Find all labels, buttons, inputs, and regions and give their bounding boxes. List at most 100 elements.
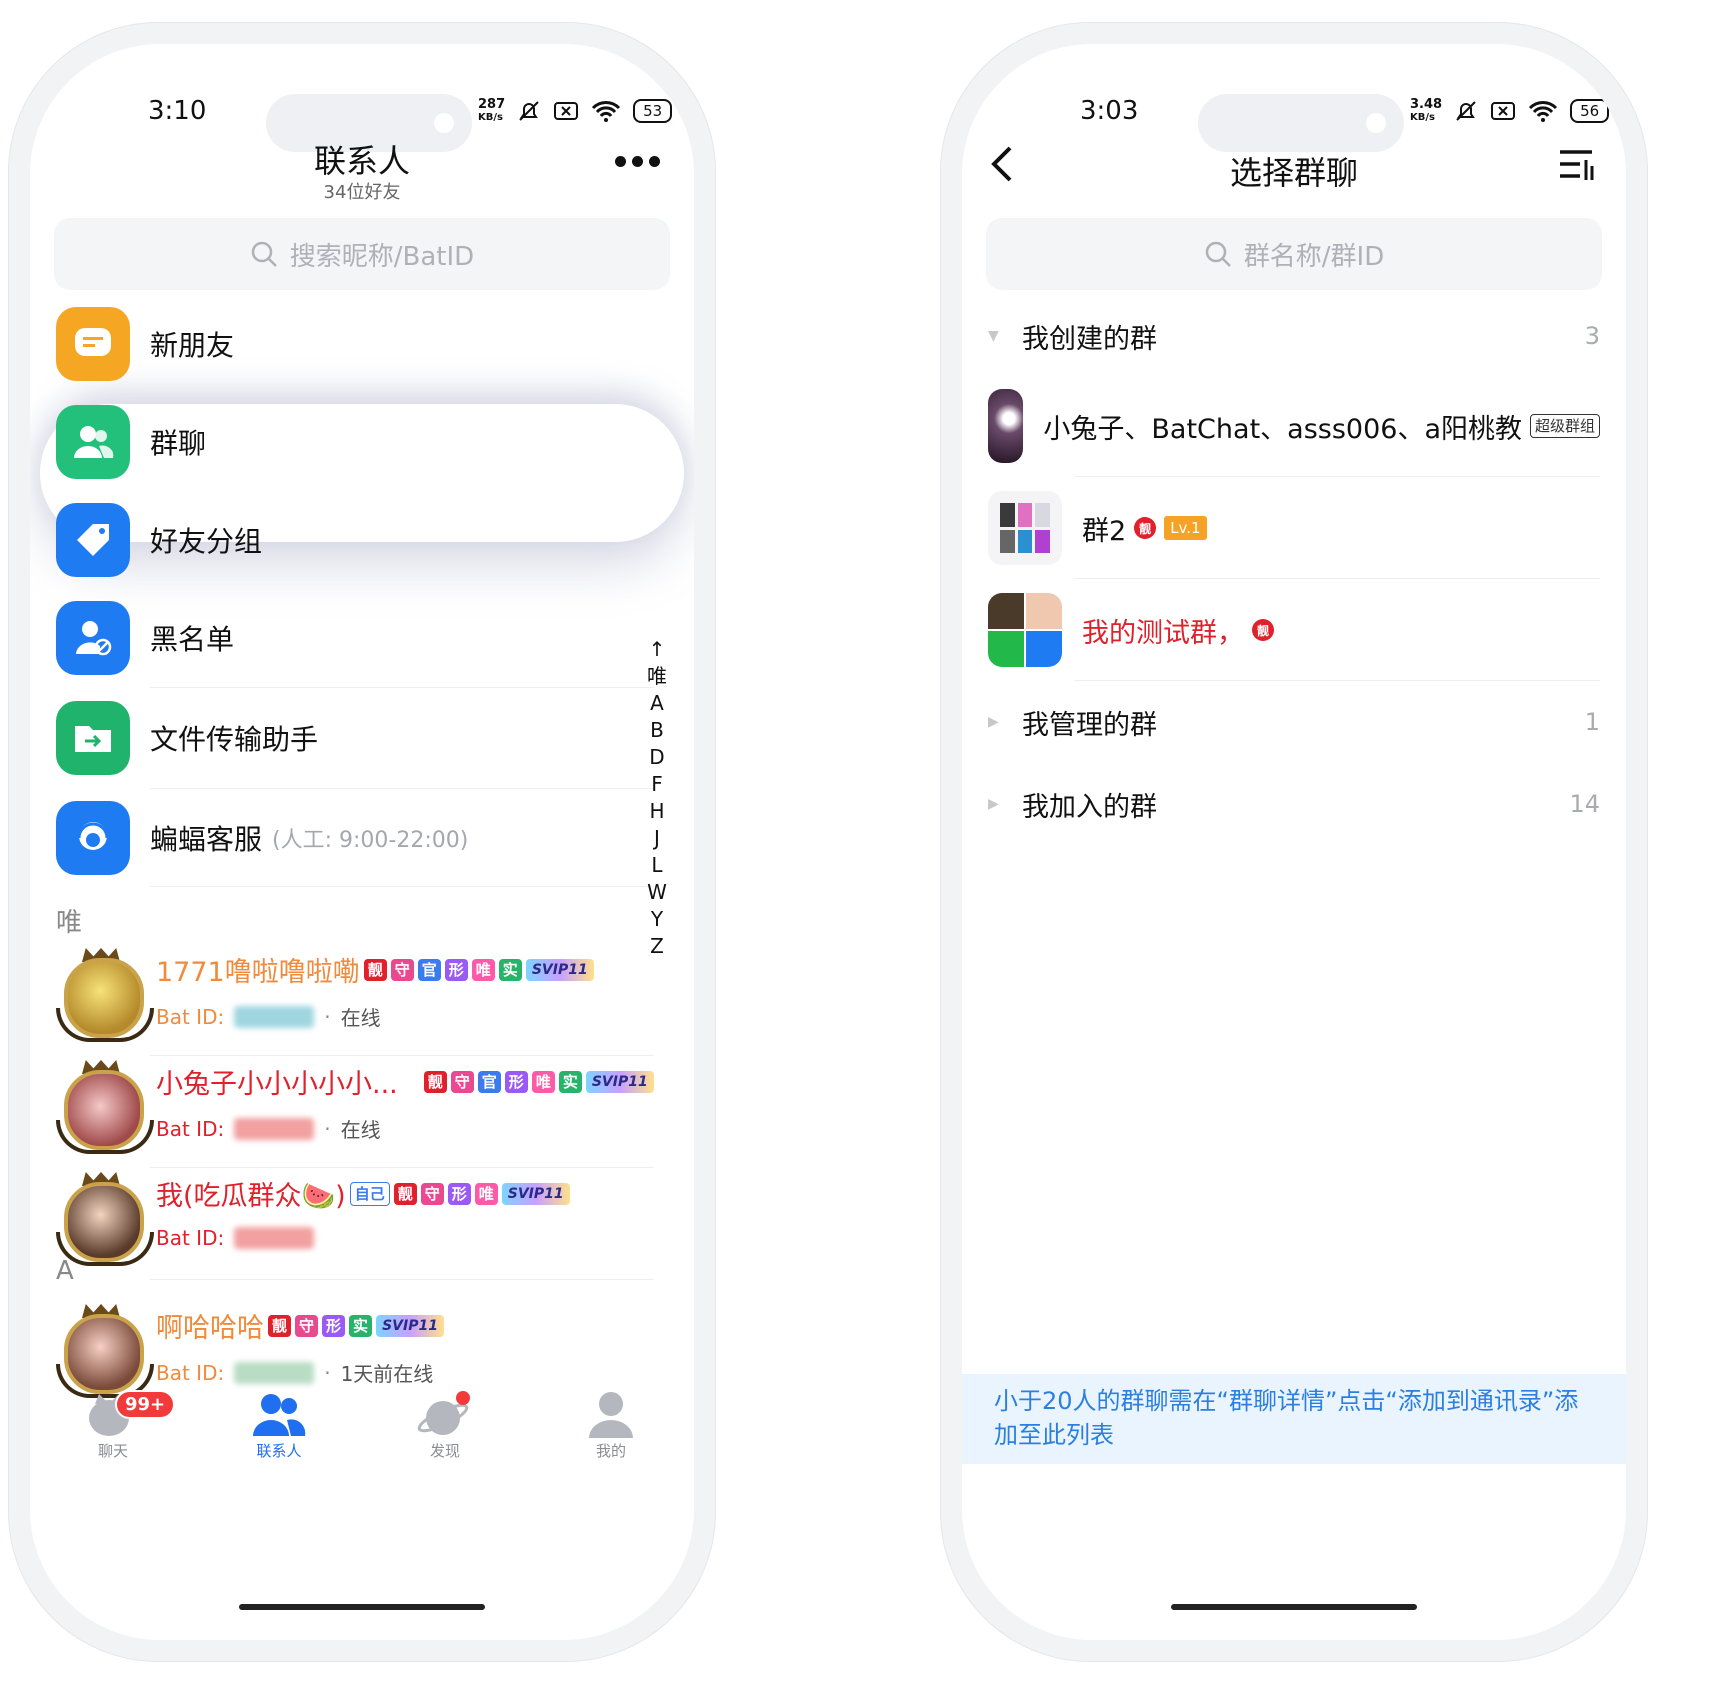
online-status: 在线	[340, 1118, 381, 1142]
index-item[interactable]: Y	[651, 906, 663, 933]
menu-customer-service[interactable]: 蝙蝠客服 (人工: 9:00-22:00)	[56, 788, 668, 888]
tab-contacts[interactable]: 联系人	[219, 1390, 339, 1480]
network-speed: 287 KB/s	[478, 97, 506, 123]
friend-count: 34位好友	[323, 182, 401, 203]
index-item[interactable]: W	[647, 879, 667, 906]
menu-friend-groups[interactable]: 好友分组	[56, 490, 668, 590]
badge-shi: 实	[558, 1070, 582, 1093]
search-bar[interactable]: 群名称/群ID	[986, 218, 1602, 290]
unread-badge: 99+	[115, 1390, 176, 1419]
contact-item[interactable]: 1771噜啦噜啦嘞 靓 守 官 形 唯 实 SVIP11 Bat ID: · 在…	[56, 944, 668, 1054]
network-speed: 3.48 KB/s	[1410, 97, 1443, 123]
section-letter: 唯	[56, 908, 83, 938]
menu-label: 新朋友	[150, 329, 235, 362]
battery-indicator: 53	[633, 99, 673, 123]
search-icon	[1205, 241, 1231, 267]
collapse-down-icon: ▼	[988, 328, 999, 344]
chat-cat-icon: 99+	[85, 1390, 176, 1440]
service-hours: (人工: 9:00-22:00)	[272, 828, 469, 853]
index-item[interactable]: D	[649, 744, 664, 771]
group-item[interactable]: 群2 靓 Lv.1	[988, 478, 1600, 578]
section-joined-groups[interactable]: ▶ 我加入的群 14	[988, 774, 1600, 834]
search-bar[interactable]: 搜索昵称/BatID	[54, 218, 670, 290]
badge-xing: 形	[447, 1182, 471, 1205]
id-label: Bat ID:	[156, 1226, 225, 1250]
menu-label: 好友分组	[150, 525, 263, 558]
svip-badge: SVIP11	[585, 1070, 654, 1093]
tab-discover[interactable]: 发现	[385, 1390, 505, 1480]
svip-badge: SVIP11	[525, 958, 594, 981]
blurred-id	[234, 1117, 315, 1140]
page-title: 联系人	[313, 142, 410, 180]
status-time: 3:10	[148, 96, 207, 126]
badge-shou: 守	[450, 1070, 474, 1093]
badge-wei: 唯	[531, 1070, 555, 1093]
contact-meta: Bat ID: · 1天前在线	[156, 1358, 433, 1387]
sort-list-icon[interactable]	[1558, 148, 1596, 182]
tab-me[interactable]: 我的	[551, 1390, 671, 1480]
index-item[interactable]: 唯	[647, 663, 667, 690]
section-title: 我创建的群	[1022, 323, 1157, 355]
tab-label: 联系人	[256, 1442, 302, 1460]
mute-bell-icon	[1456, 101, 1476, 121]
badge-wei: 唯	[474, 1182, 498, 1205]
support-agent-icon	[56, 801, 130, 875]
online-status: 在线	[340, 1006, 381, 1030]
contact-item[interactable]: 小兔子小小小小小... 靓 守 官 形 唯 实 SVIP11 Bat ID: ·…	[56, 1056, 668, 1166]
badge-xing: 形	[504, 1070, 528, 1093]
badge-shou: 守	[390, 958, 414, 981]
menu-label: 群聊	[150, 427, 207, 460]
menu-new-friends[interactable]: 新朋友	[56, 294, 668, 394]
index-item[interactable]: J	[654, 825, 660, 852]
contact-name-row: 啊哈哈哈 靓 守 形 实 SVIP11	[156, 1306, 444, 1345]
level-badge: Lv.1	[1164, 516, 1207, 540]
home-indicator	[239, 1604, 485, 1610]
menu-label: 文件传输助手	[150, 723, 319, 756]
avatar	[56, 1304, 154, 1402]
section-title: 我加入的群	[1022, 791, 1157, 823]
avatar	[56, 948, 154, 1046]
index-item[interactable]: F	[651, 771, 663, 798]
group-name-row: 我的测试群， 靓	[1082, 611, 1274, 650]
menu-blacklist[interactable]: 黑名单	[56, 588, 668, 688]
blurred-id	[234, 1005, 315, 1028]
index-item[interactable]: ↑	[649, 636, 666, 663]
menu-group-chat[interactable]: 群聊	[56, 392, 668, 492]
group-item[interactable]: 我的测试群， 靓	[988, 580, 1600, 680]
page-title: 选择群聊	[1229, 154, 1358, 192]
index-item[interactable]: L	[651, 852, 662, 879]
section-created-groups[interactable]: ▼ 我创建的群 3	[988, 306, 1600, 366]
contact-meta: Bat ID: · 在线	[156, 1002, 381, 1031]
phone-frame-right: 3:03 3.48KB/s 56 选择群聊 群名称/群ID ▼ 我创建的群 3	[940, 22, 1648, 1662]
tab-chat[interactable]: 99+ 聊天	[53, 1390, 176, 1480]
index-item[interactable]: Z	[650, 933, 664, 960]
contact-item[interactable]: 我(吃瓜群众🍉) 自己 靓 守 形 唯 SVIP11 Bat ID:	[56, 1168, 668, 1278]
index-item[interactable]: A	[650, 690, 664, 717]
index-item[interactable]: B	[650, 717, 664, 744]
search-placeholder: 搜索昵称/BatID	[289, 241, 475, 272]
tag-icon	[56, 503, 130, 577]
alphabet-index[interactable]: ↑ 唯 A B D F H J L W Y Z	[642, 636, 672, 960]
section-letter: A	[56, 1256, 74, 1286]
mute-bell-icon	[519, 101, 539, 121]
menu-file-transfer[interactable]: 文件传输助手	[56, 688, 668, 788]
sim-x-icon	[554, 102, 579, 120]
section-managed-groups[interactable]: ▶ 我管理的群 1	[988, 692, 1600, 752]
online-status: 1天前在线	[340, 1362, 434, 1386]
index-item[interactable]: H	[649, 798, 664, 825]
badge-liang: 靓	[268, 1314, 292, 1337]
contact-meta: Bat ID: · 在线	[156, 1114, 381, 1143]
user-block-icon	[56, 601, 130, 675]
expand-right-icon: ▶	[988, 714, 999, 730]
blurred-id	[234, 1361, 315, 1384]
more-dots-icon[interactable]	[615, 156, 660, 167]
tab-bar: 99+ 聊天 联系人 发现 我的	[30, 1390, 694, 1480]
section-title: 我管理的群	[1022, 709, 1157, 741]
svip-badge: SVIP11	[501, 1182, 570, 1205]
status-icons: 287 KB/s 53	[478, 96, 673, 126]
contact-name-row: 我(吃瓜群众🍉) 自己 靓 守 形 唯 SVIP11	[156, 1174, 570, 1213]
group-name: 小兔子、BatChat、asss006、a阳桃教	[1043, 413, 1522, 445]
liang-badge: 靓	[1134, 517, 1157, 539]
section-count: 1	[1584, 708, 1600, 736]
group-item[interactable]: 小兔子、BatChat、asss006、a阳桃教 超级群组	[988, 376, 1600, 476]
